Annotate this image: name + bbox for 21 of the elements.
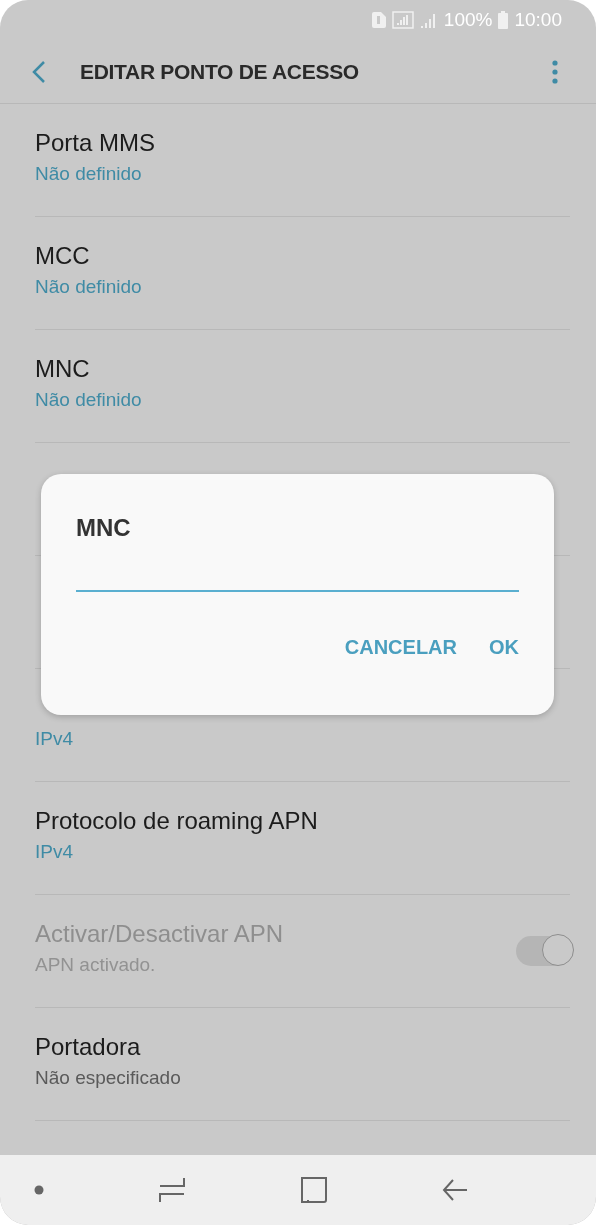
battery-icon [498, 11, 509, 29]
signal-icon [391, 11, 414, 29]
setting-value: IPv4 [35, 728, 74, 750]
setting-title[interactable]: MNC [35, 355, 90, 383]
dot-icon[interactable] [34, 1185, 44, 1195]
setting-value: Não definido [35, 276, 142, 298]
recent-apps-icon[interactable] [159, 1177, 186, 1203]
setting-value: IPv4 [35, 841, 74, 863]
setting-value: Não definido [35, 389, 142, 411]
setting-value: Não especificado [35, 1067, 181, 1089]
home-icon[interactable] [300, 1177, 327, 1203]
dialog-title: MNC [76, 514, 131, 542]
setting-title[interactable]: Protocolo de roaming APN [35, 807, 318, 835]
setting-title[interactable]: MCC [35, 242, 90, 270]
sim-icon [371, 12, 386, 28]
back-icon[interactable] [442, 1177, 468, 1203]
setting-value: Não definido [35, 163, 142, 185]
setting-title[interactable]: Porta MMS [35, 129, 156, 157]
page-title: EDITAR PONTO DE ACESSO [80, 59, 360, 84]
setting-title[interactable]: Portadora [35, 1033, 141, 1061]
signal-icon [419, 12, 438, 28]
